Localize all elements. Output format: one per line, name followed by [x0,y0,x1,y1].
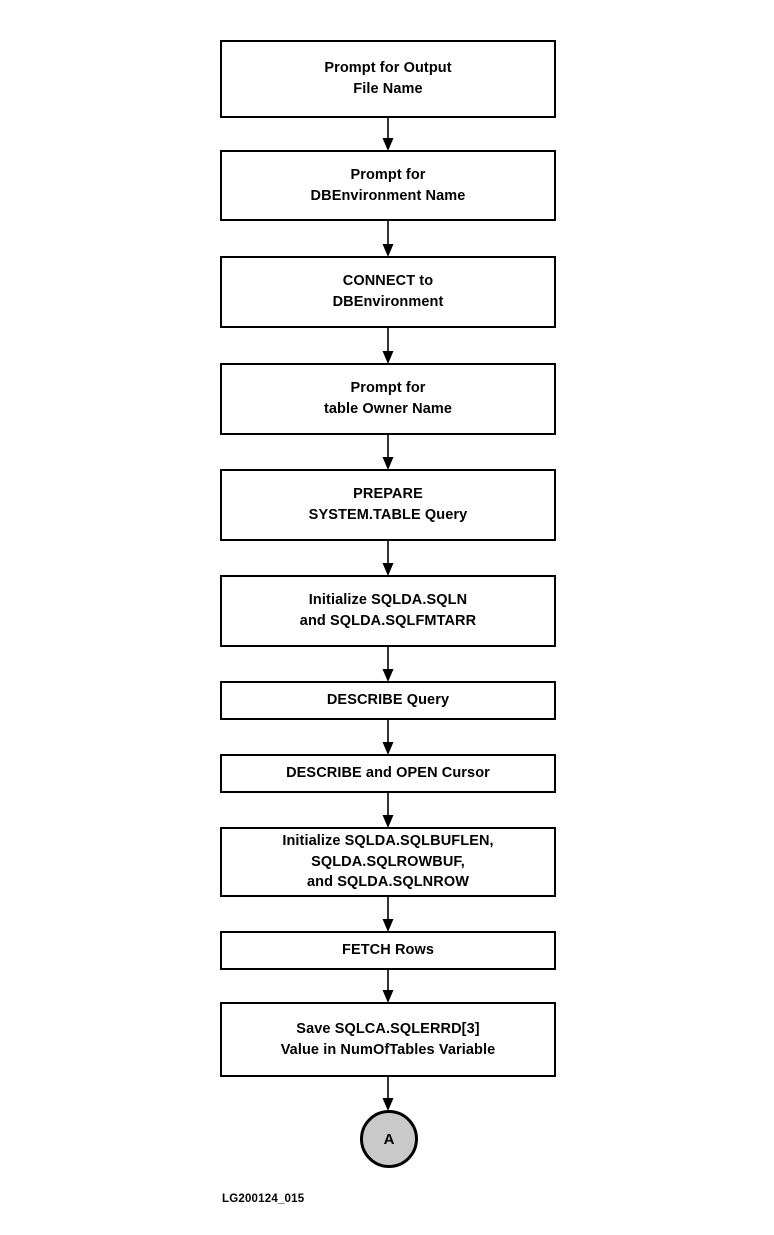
flow-node-initialize-sqlbuflen-sqlrowbuf-sqlnrow[interactable]: Initialize SQLDA.SQLBUFLEN, SQLDA.SQLROW… [220,827,556,897]
flow-connector-circle-a[interactable]: A [360,1110,418,1168]
flow-node-label: DESCRIBE and OPEN Cursor [286,765,490,782]
flow-node-label: Prompt for DBEnvironment Name [310,166,466,204]
flow-node-prompt-table-owner-name[interactable]: Prompt for table Owner Name [220,363,556,435]
flowchart-canvas: Prompt for Output File Name Prompt for D… [0,0,774,1235]
flow-node-label: Save SQLCA.SQLERRD[3] Value in NumOfTabl… [280,1020,496,1058]
flow-node-label: Prompt for table Owner Name [323,380,453,417]
flow-node-describe-query[interactable]: DESCRIBE Query [220,681,556,720]
flow-node-label: Initialize SQLDA.SQLN and SQLDA.SQLFMTAR… [299,592,477,629]
flow-node-prompt-dbenvironment-name[interactable]: Prompt for DBEnvironment Name [220,150,556,221]
flow-node-label: Prompt for Output File Name [324,60,452,97]
flow-node-save-sqlerrd-numoftables[interactable]: Save SQLCA.SQLERRD[3] Value in NumOfTabl… [220,1002,556,1077]
flow-node-prepare-system-table-query[interactable]: PREPARE SYSTEM.TABLE Query [220,469,556,541]
flow-node-initialize-sqln-sqlfmtarr[interactable]: Initialize SQLDA.SQLN and SQLDA.SQLFMTAR… [220,575,556,647]
flow-connector-label: A [383,1130,395,1148]
flow-node-describe-and-open-cursor[interactable]: DESCRIBE and OPEN Cursor [220,754,556,793]
flow-node-label: DESCRIBE Query [326,692,450,709]
figure-caption: LG200124_015 [222,1193,305,1205]
flow-node-fetch-rows[interactable]: FETCH Rows [220,931,556,970]
flow-node-label: PREPARE SYSTEM.TABLE Query [308,486,468,523]
flow-node-label: CONNECT to DBEnvironment [332,273,444,310]
flow-node-connect-to-dbenvironment[interactable]: CONNECT to DBEnvironment [220,256,556,328]
flow-node-label: FETCH Rows [341,942,435,959]
flow-node-prompt-output-file-name[interactable]: Prompt for Output File Name [220,40,556,118]
flow-node-label: Initialize SQLDA.SQLBUFLEN, SQLDA.SQLROW… [282,833,494,891]
